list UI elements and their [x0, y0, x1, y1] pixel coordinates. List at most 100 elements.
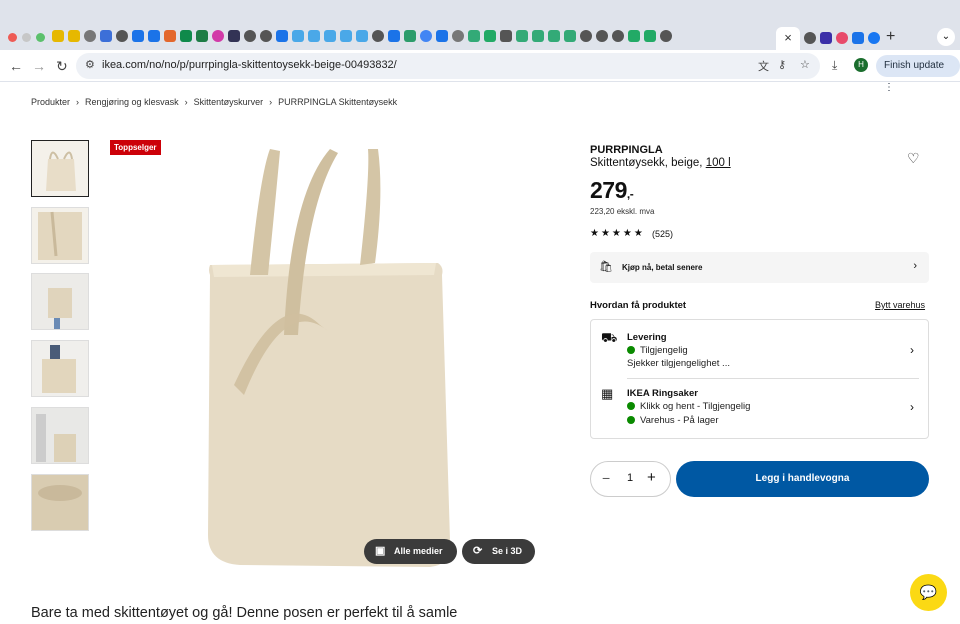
store-icon: ▦	[601, 386, 614, 401]
reload-button[interactable]: ↻	[56, 58, 68, 75]
finish-update-button[interactable]: Finish update ⋮	[876, 55, 960, 93]
breadcrumb-item[interactable]: Rengjøring og klesvask	[85, 97, 179, 107]
store-title[interactable]: IKEA Ringsaker	[627, 388, 698, 399]
tab-favicon[interactable]	[452, 30, 464, 42]
tab-favicon[interactable]	[68, 30, 80, 42]
breadcrumb-item[interactable]: Skittentøyskurver	[194, 97, 264, 107]
product-tagline: Bare ta med skittentøyet og gå! Denne po…	[31, 605, 458, 621]
product-thumbnail[interactable]	[31, 140, 89, 197]
product-size-link[interactable]: 100 l	[706, 157, 731, 169]
tab-favicon[interactable]	[244, 30, 256, 42]
tab-favicon[interactable]	[404, 30, 416, 42]
tab-favicon[interactable]	[308, 30, 320, 42]
rating-count[interactable]: (525)	[652, 229, 673, 239]
truck-icon: ⛟	[601, 330, 618, 345]
tab-favicon[interactable]	[260, 30, 272, 42]
site-info-icon[interactable]: ⚙	[85, 58, 95, 71]
product-thumbnail[interactable]	[31, 474, 89, 531]
view-3d-button[interactable]: ⟳ Se i 3D	[462, 539, 535, 564]
chevron-right-icon[interactable]: ›	[910, 343, 914, 357]
tab-favicon[interactable]	[164, 30, 176, 42]
tab-favicon[interactable]	[548, 30, 560, 42]
product-thumbnail[interactable]	[31, 407, 89, 464]
tab-favicon[interactable]	[468, 30, 480, 42]
tab-favicon[interactable]	[660, 30, 672, 42]
increase-quantity-button[interactable]: +	[647, 469, 656, 486]
tab-favicon[interactable]	[484, 30, 496, 42]
pay-later-banner[interactable]: 🛍 Kjøp nå, betal senere ›	[590, 252, 929, 283]
chat-icon[interactable]: 💬	[910, 574, 947, 611]
tab-favicon[interactable]	[580, 30, 592, 42]
decrease-quantity-button[interactable]: −	[602, 470, 610, 486]
tab-favicon[interactable]	[100, 30, 112, 42]
product-thumbnail[interactable]	[31, 340, 89, 397]
change-store-link[interactable]: Bytt varehus	[875, 300, 925, 310]
tab-favicon[interactable]	[276, 30, 288, 42]
chevron-right-icon[interactable]: ›	[910, 400, 914, 414]
tab-search-button[interactable]: ⌄	[937, 28, 955, 46]
bookmark-star-icon[interactable]: ☆	[800, 58, 810, 71]
tab-favicon[interactable]	[116, 30, 128, 42]
tab-favicon[interactable]	[596, 30, 608, 42]
breadcrumb-item[interactable]: Produkter	[31, 97, 70, 107]
tab-favicon[interactable]	[228, 30, 240, 42]
tab-favicon[interactable]	[836, 32, 848, 44]
close-window-button[interactable]	[8, 33, 17, 42]
tab-favicon[interactable]	[420, 30, 432, 42]
tab-favicon[interactable]	[852, 32, 864, 44]
download-icon[interactable]: ⤓	[832, 58, 837, 73]
tab-favicon[interactable]	[804, 32, 816, 44]
store-status-1-text: Klikk og hent - Tilgjengelig	[640, 401, 751, 412]
tab-favicon[interactable]	[212, 30, 224, 42]
bag-room-image	[32, 408, 88, 463]
product-thumbnail[interactable]	[31, 273, 89, 330]
tab-favicon[interactable]	[196, 30, 208, 42]
tab-favicon[interactable]	[356, 30, 368, 42]
store-status-2-text: Varehus - På lager	[640, 415, 719, 426]
password-key-icon[interactable]: ⚷	[778, 58, 786, 71]
tab-favicon[interactable]	[564, 30, 576, 42]
minimize-window-button[interactable]	[22, 33, 31, 42]
tab-favicon[interactable]	[628, 30, 640, 42]
url-text[interactable]: ikea.com/no/no/p/purrpingla-skittentoyse…	[102, 59, 397, 71]
tab-favicon[interactable]	[612, 30, 624, 42]
tab-favicon[interactable]	[820, 32, 832, 44]
delivery-options-box: ⛟ Levering Tilgjengelig Sjekker tilgjeng…	[590, 319, 929, 439]
product-description: Skittentøysekk, beige, 100 l	[590, 157, 731, 169]
profile-avatar[interactable]: H	[854, 58, 868, 72]
tab-favicon[interactable]	[148, 30, 160, 42]
quantity-value[interactable]: 1	[627, 472, 633, 484]
tab-favicon[interactable]	[292, 30, 304, 42]
tab-favicon[interactable]	[132, 30, 144, 42]
breadcrumb-item[interactable]: PURRPINGLA Skittentøysekk	[278, 97, 397, 107]
store-status-2: Varehus - På lager	[627, 415, 719, 426]
tab-favicon[interactable]	[644, 30, 656, 42]
forward-button[interactable]: →	[32, 58, 46, 74]
delivery-title[interactable]: Levering	[627, 332, 667, 343]
product-thumbnail[interactable]	[31, 207, 89, 264]
translate-icon[interactable]: 文	[758, 58, 769, 74]
tab-favicon[interactable]	[180, 30, 192, 42]
address-bar[interactable]: ⚙ ikea.com/no/no/p/purrpingla-skittentoy…	[76, 53, 820, 79]
tab-favicon[interactable]	[324, 30, 336, 42]
favourite-heart-icon[interactable]: ♡	[907, 150, 920, 167]
rating-stars[interactable]: ★★★★★	[590, 228, 645, 239]
tab-favicon[interactable]	[868, 32, 880, 44]
tab-favicon[interactable]	[500, 30, 512, 42]
tab-favicon[interactable]	[388, 30, 400, 42]
tab-favicon[interactable]	[340, 30, 352, 42]
tab-favicon[interactable]	[52, 30, 64, 42]
tab-favicon[interactable]	[436, 30, 448, 42]
active-tab-close-button[interactable]: ×	[776, 27, 800, 50]
new-tab-button[interactable]: +	[886, 28, 895, 46]
all-media-button[interactable]: ▣ Alle medier	[364, 539, 457, 564]
finish-update-label: Finish update	[884, 60, 945, 71]
tab-favicon[interactable]	[532, 30, 544, 42]
back-button[interactable]: ←	[9, 58, 23, 74]
tab-favicon[interactable]	[516, 30, 528, 42]
tab-favicon[interactable]	[84, 30, 96, 42]
tab-favicon[interactable]	[372, 30, 384, 42]
add-to-cart-button[interactable]: Legg i handlevogna	[676, 461, 929, 497]
menu-icon: ⋮	[884, 82, 894, 93]
maximize-window-button[interactable]	[36, 33, 45, 42]
